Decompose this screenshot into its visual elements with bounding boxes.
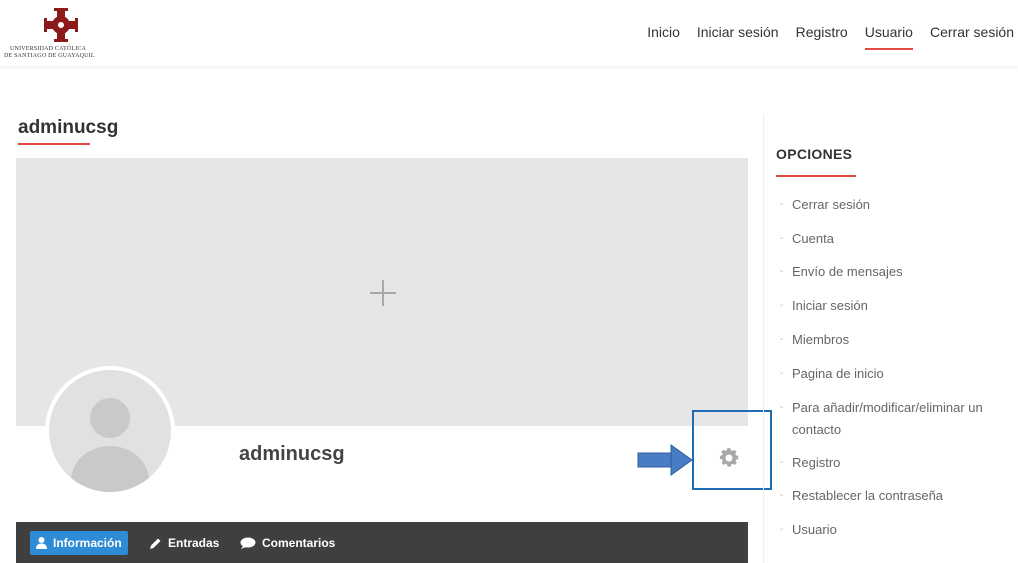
sidebar-item-contacto[interactable]: - Para añadir/modificar/eliminar un cont…: [780, 397, 1010, 441]
bullet-icon: -: [780, 457, 784, 468]
sidebar-item-label: Miembros: [792, 332, 850, 347]
nav-inicio[interactable]: Inicio: [647, 24, 680, 40]
sidebar-item-label: Para añadir/modificar/eliminar un contac…: [792, 400, 983, 437]
avatar-head: [90, 398, 130, 438]
bullet-icon: -: [780, 199, 784, 210]
tab-informacion-label: Información: [53, 536, 122, 550]
sidebar-item-label: Usuario: [792, 522, 837, 537]
arrow-right-icon: [637, 444, 693, 476]
sidebar-item-cuenta[interactable]: - Cuenta: [780, 228, 1010, 250]
tab-informacion[interactable]: Información: [30, 531, 128, 555]
site-header: UNIVERSIDAD CATÓLICA DE SANTIAGO DE GUAY…: [0, 0, 1018, 66]
nav-usuario[interactable]: Usuario: [864, 24, 914, 50]
cross-logo-icon: [44, 8, 78, 42]
sidebar-divider: [763, 114, 764, 563]
sidebar-item-label: Iniciar sesión: [792, 298, 868, 313]
tab-entradas[interactable]: Entradas: [149, 531, 219, 555]
sidebar-item-label: Restablecer la contraseña: [792, 488, 944, 503]
tab-entradas-label: Entradas: [168, 536, 220, 550]
bullet-icon: -: [780, 402, 784, 413]
bullet-icon: -: [780, 334, 784, 345]
user-icon: [36, 537, 47, 549]
profile-name: adminucsg: [239, 443, 345, 465]
sidebar-item-label: Registro: [792, 455, 841, 470]
sidebar-item-miembros[interactable]: - Miembros: [780, 329, 1010, 351]
sidebar-title: OPCIONES: [776, 146, 853, 162]
page-title: adminucsg: [18, 117, 119, 138]
nav-registro[interactable]: Registro: [796, 24, 848, 40]
main-nav: Inicio Iniciar sesión Registro Usuario C…: [630, 24, 1014, 50]
tab-comentarios-label: Comentarios: [262, 536, 336, 550]
sidebar-item-label: Cuenta: [792, 231, 834, 246]
gear-icon[interactable]: [717, 446, 741, 470]
sidebar-item-iniciar-sesion[interactable]: - Iniciar sesión: [780, 295, 1010, 317]
bullet-icon: -: [780, 524, 784, 535]
profile-tab-bar: Información Entradas Comentarios: [16, 522, 748, 563]
tab-comentarios[interactable]: Comentarios: [240, 531, 335, 555]
sidebar-item-usuario[interactable]: - Usuario: [780, 519, 1010, 541]
bullet-icon: -: [780, 266, 784, 277]
sidebar-item-envio-mensajes[interactable]: - Envío de mensajes: [780, 261, 1010, 283]
sidebar-item-label: Envío de mensajes: [792, 264, 903, 279]
bullet-icon: -: [780, 300, 784, 311]
sidebar-item-pagina-inicio[interactable]: - Pagina de inicio: [780, 363, 1010, 385]
comment-icon: [240, 537, 256, 549]
sidebar-item-cerrar-sesion[interactable]: - Cerrar sesión: [780, 194, 1010, 216]
sidebar-title-underline: [776, 175, 856, 177]
nav-iniciar-sesion[interactable]: Iniciar sesión: [697, 24, 779, 40]
nav-cerrar-sesion[interactable]: Cerrar sesión: [930, 24, 1014, 40]
logo-text: UNIVERSIDAD CATÓLICA DE SANTIAGO DE GUAY…: [4, 46, 128, 60]
logo-line-1: UNIVERSIDAD CATÓLICA: [10, 46, 87, 52]
logo-line-2: DE SANTIAGO DE GUAYAQUIL: [4, 53, 95, 59]
sidebar-item-label: Cerrar sesión: [792, 197, 871, 212]
university-logo[interactable]: UNIVERSIDAD CATÓLICA DE SANTIAGO DE GUAY…: [4, 6, 124, 64]
avatar-placeholder: [49, 370, 171, 492]
bullet-icon: -: [780, 368, 784, 379]
avatar[interactable]: [45, 366, 175, 496]
add-cover-plus-icon[interactable]: [370, 280, 396, 306]
sidebar-item-registro[interactable]: - Registro: [780, 452, 1010, 474]
sidebar-item-restablecer[interactable]: - Restablecer la contraseña: [780, 485, 1010, 507]
title-underline: [18, 143, 90, 145]
pencil-icon: [150, 538, 161, 549]
bullet-icon: -: [780, 490, 784, 501]
avatar-body: [71, 446, 149, 492]
sidebar-item-label: Pagina de inicio: [792, 366, 884, 381]
bullet-icon: -: [780, 233, 784, 244]
